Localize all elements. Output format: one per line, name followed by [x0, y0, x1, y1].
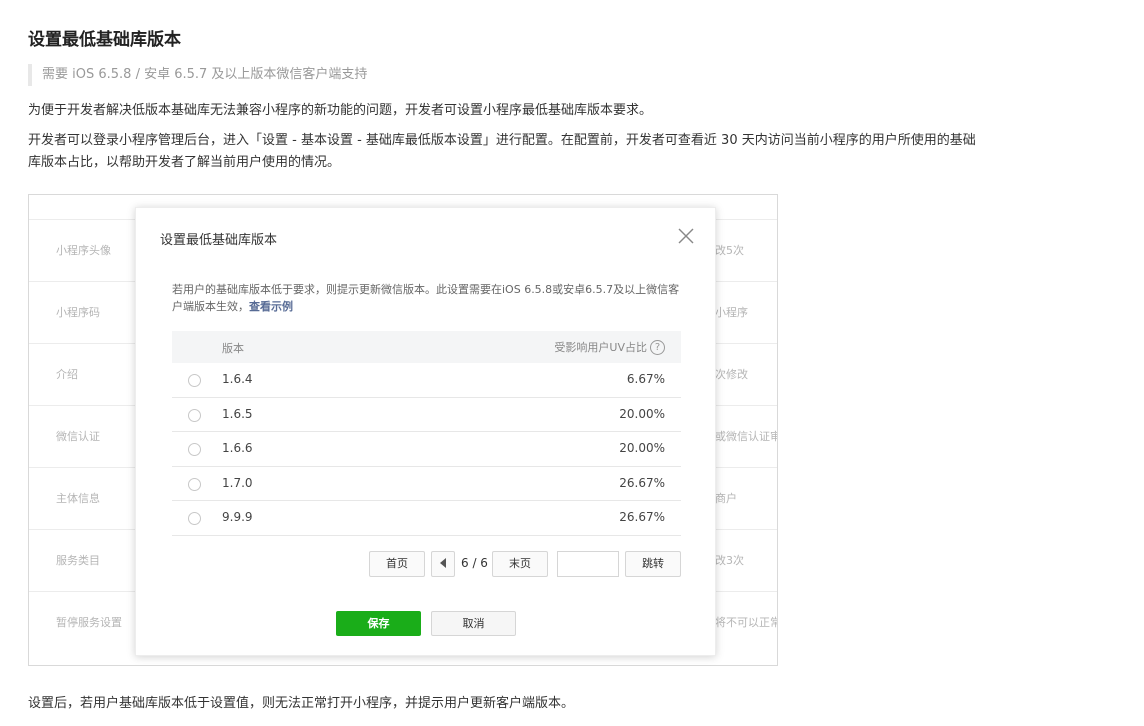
chevron-left-icon	[440, 558, 446, 568]
version-value: 1.6.5	[222, 406, 253, 421]
version-radio[interactable]	[188, 477, 201, 491]
intro-paragraph: 为便于开发者解决低版本基础库无法兼容小程序的新功能的问题，开发者可设置小程序最低…	[28, 103, 653, 118]
settings-row-label: 微信认证	[56, 430, 100, 443]
table-header: 版本 受影响用户UV占比 ?	[172, 331, 681, 363]
version-row[interactable]: 1.6.6 20.00%	[172, 432, 681, 467]
min-version-dialog: 设置最低基础库版本 若用户的基础库版本低于要求，则提示更新微信版本。此设置需要在…	[135, 207, 716, 656]
uv-value: 20.00%	[619, 441, 665, 455]
version-row[interactable]: 1.6.5 20.00%	[172, 398, 681, 432]
help-icon[interactable]: ?	[650, 339, 665, 355]
page-indicator: 6 / 6	[461, 556, 488, 570]
requirement-tip: 需要 iOS 6.5.8 / 安卓 6.5.7 及以上版本微信客户端支持	[28, 64, 367, 86]
config-paragraph: 开发者可以登录小程序管理后台，进入「设置 - 基本设置 - 基础库最低版本设置」…	[28, 133, 976, 170]
settings-row-label: 暂停服务设置	[56, 616, 122, 629]
view-example-link[interactable]: 查看示例	[249, 300, 293, 313]
column-version: 版本	[222, 342, 244, 355]
result-paragraph: 设置后，若用户基础库版本低于设置值，则无法正常打开小程序，并提示用户更新客户端版…	[28, 696, 575, 711]
uv-value: 20.00%	[619, 406, 665, 421]
column-uv-label: 受影响用户UV占比	[554, 341, 647, 354]
jump-button[interactable]: 跳转	[625, 551, 681, 577]
settings-row-label: 小程序码	[56, 306, 100, 319]
settings-row-note: 次修改	[715, 368, 748, 381]
uv-value: 26.67%	[619, 475, 665, 490]
settings-row-note: 小程序	[715, 306, 748, 319]
version-value: 1.6.6	[222, 441, 253, 455]
settings-row-note: 商户	[715, 492, 737, 505]
column-uv: 受影响用户UV占比 ?	[554, 339, 665, 355]
first-page-button[interactable]: 首页	[369, 551, 425, 577]
version-value: 1.6.4	[222, 372, 253, 386]
cancel-button[interactable]: 取消	[431, 611, 516, 636]
version-radio[interactable]	[188, 408, 201, 422]
pagination: 首页 6 / 6 末页 跳转	[369, 551, 681, 577]
uv-value: 6.67%	[626, 372, 665, 386]
settings-row-label: 主体信息	[56, 492, 100, 505]
page-jump-input[interactable]	[557, 551, 619, 577]
version-radio[interactable]	[188, 512, 201, 525]
settings-row-note: 改5次	[715, 244, 744, 257]
settings-row-label: 介绍	[56, 368, 78, 381]
page-title: 设置最低基础库版本	[28, 30, 181, 50]
close-icon[interactable]	[677, 227, 695, 245]
version-radio[interactable]	[188, 443, 201, 456]
version-radio[interactable]	[188, 374, 201, 387]
settings-row-note: 将不可以正常	[715, 616, 778, 629]
settings-row-note: 或微信认证审	[715, 430, 778, 443]
dialog-title: 设置最低基础库版本	[160, 233, 278, 248]
last-page-button[interactable]: 末页	[492, 551, 548, 577]
version-row[interactable]: 1.7.0 26.67%	[172, 467, 681, 501]
uv-value: 26.67%	[619, 510, 665, 524]
save-button[interactable]: 保存	[336, 611, 421, 636]
version-value: 9.9.9	[222, 510, 253, 524]
settings-row-label: 小程序头像	[56, 244, 111, 257]
version-table: 版本 受影响用户UV占比 ? 1.6.4 6.67% 1.6.5 20.00% 1.6.…	[172, 331, 681, 536]
version-value: 1.7.0	[222, 475, 253, 490]
settings-row-label: 服务类目	[56, 554, 100, 567]
prev-page-button[interactable]	[431, 551, 455, 577]
settings-row-note: 改3次	[715, 554, 744, 567]
version-row[interactable]: 9.9.9 26.67%	[172, 501, 681, 536]
dialog-description: 若用户的基础库版本低于要求，则提示更新微信版本。此设置需要在iOS 6.5.8或…	[172, 281, 682, 315]
version-row[interactable]: 1.6.4 6.67%	[172, 363, 681, 398]
